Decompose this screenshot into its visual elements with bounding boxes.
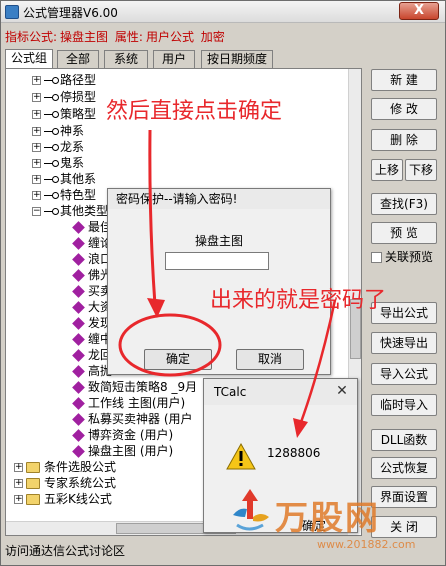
key-icon: [44, 110, 59, 119]
key-icon: [44, 207, 59, 216]
dll-function-button[interactable]: DLL函数: [371, 429, 437, 451]
formula-restore-button[interactable]: 公式恢复: [371, 457, 437, 479]
key-icon: [44, 175, 59, 184]
key-icon: [44, 76, 59, 85]
watermark-logo-text: 万股网: [275, 498, 380, 537]
tree-formula-item[interactable]: 博弈资金 (用户): [72, 427, 173, 443]
password-dialog-formula-name: 操盘主图: [194, 234, 243, 248]
formula-icon: [72, 397, 85, 410]
tree-formula-item[interactable]: 发现: [72, 315, 112, 331]
formula-icon: [72, 253, 85, 266]
tree-formula-item[interactable]: 佛光: [72, 267, 112, 283]
find-button[interactable]: 查找(F3): [371, 193, 437, 215]
tree-folder[interactable]: + 专家系统公式: [14, 475, 116, 491]
tree-group[interactable]: + 龙系: [32, 139, 84, 155]
tree-group[interactable]: + 神系: [32, 123, 84, 139]
tree-formula-item[interactable]: 私募买卖神器 (用户: [72, 411, 193, 427]
password-dialog-title[interactable]: 密码保护--请输入密码!: [108, 189, 330, 209]
delete-button[interactable]: 删 除: [371, 129, 437, 151]
formula-icon: [72, 237, 85, 250]
formula-icon: [72, 269, 85, 282]
formula-label: 指标公式:: [5, 30, 58, 44]
watermark-url: www.201882.com: [317, 538, 416, 551]
attr-value: 用户公式: [145, 30, 194, 44]
formula-icon: [72, 413, 85, 426]
tree-formula-item-selected[interactable]: 操盘主图 (用户): [72, 443, 173, 459]
new-button[interactable]: 新 建: [371, 69, 437, 91]
tree-formula-item[interactable]: 缠论: [72, 235, 112, 251]
move-up-button[interactable]: 上移: [371, 159, 403, 181]
window-title: 公式管理器V6.00: [23, 6, 118, 20]
key-icon: [44, 191, 59, 200]
app-icon: [5, 5, 19, 19]
formula-icon: [72, 221, 85, 234]
tree-group-expanded[interactable]: − 其他类型: [32, 203, 108, 219]
password-value: 1288806: [267, 446, 321, 460]
watermark-logo-icon: [233, 489, 269, 531]
annotation-click-ok: 然后直接点击确定: [106, 99, 283, 124]
modify-button[interactable]: 修 改: [371, 98, 437, 120]
warning-icon: [226, 443, 256, 470]
tree-group[interactable]: + 特色型: [32, 187, 96, 203]
formula-icon: [72, 349, 85, 362]
watermark: 万股网 www.201882.com: [227, 483, 437, 558]
formula-icon: [72, 365, 85, 378]
tree-formula-item[interactable]: 工作线 主图(用户): [72, 395, 185, 411]
tree-formula-item[interactable]: 致简短击策略8 _9月: [72, 379, 197, 395]
tree-formula-item[interactable]: 浪口: [72, 251, 112, 267]
formula-name: 操盘主图: [60, 30, 109, 44]
encrypted-label: 加密: [200, 30, 225, 44]
tab-all[interactable]: 全部: [57, 50, 99, 68]
folder-icon: [26, 462, 40, 473]
key-icon: [44, 127, 59, 136]
temp-import-button[interactable]: 临时导入: [371, 394, 437, 416]
tree-formula-item[interactable]: 买卖: [72, 283, 112, 299]
window-close-button[interactable]: X: [399, 2, 439, 20]
key-icon: [44, 93, 59, 102]
title-bar[interactable]: 公式管理器V6.00 X: [1, 1, 445, 23]
tab-formula-group[interactable]: 公式组: [5, 49, 53, 69]
formula-icon: [72, 445, 85, 458]
tab-system[interactable]: 系统: [104, 50, 148, 68]
tree-group[interactable]: + 鬼系: [32, 155, 84, 171]
formula-icon: [72, 285, 85, 298]
password-input[interactable]: [165, 252, 269, 270]
tree-group[interactable]: + 其他系: [32, 171, 96, 187]
tree-formula-item[interactable]: 大资: [72, 299, 112, 315]
tree-formula-item[interactable]: 缠中: [72, 331, 112, 347]
tree-formula-item[interactable]: 高抛: [72, 363, 112, 379]
close-icon[interactable]: ✕: [331, 382, 353, 400]
formula-icon: [72, 317, 85, 330]
quick-export-button[interactable]: 快速导出: [371, 332, 437, 354]
tree-group[interactable]: + 路径型: [32, 72, 96, 88]
password-cancel-button[interactable]: 取消: [236, 349, 304, 370]
tree-folder[interactable]: + 五彩K线公式: [14, 491, 112, 507]
formula-info-bar: 指标公式: 操盘主图 属性: 用户公式 加密: [5, 28, 228, 44]
password-ok-button[interactable]: 确定: [144, 349, 212, 370]
tab-by-date[interactable]: 按日期频度: [201, 50, 273, 68]
tree-group[interactable]: + 策略型: [32, 106, 96, 122]
formula-icon: [72, 381, 85, 394]
formula-icon: [72, 429, 85, 442]
tree-formula-item[interactable]: 最佳: [72, 219, 112, 235]
key-icon: [44, 159, 59, 168]
preview-button[interactable]: 预 览: [371, 222, 437, 244]
import-formula-button[interactable]: 导入公式: [371, 363, 437, 385]
annotation-password-shown: 出来的就是密码了: [210, 288, 387, 313]
folder-icon: [26, 478, 40, 489]
tree-group[interactable]: + 停损型: [32, 89, 96, 105]
formula-icon: [72, 333, 85, 346]
attr-label: 属性:: [114, 30, 143, 44]
move-down-button[interactable]: 下移: [405, 159, 437, 181]
folder-icon: [26, 494, 40, 505]
key-icon: [44, 143, 59, 152]
formula-icon: [72, 301, 85, 314]
tree-formula-item[interactable]: 龙回: [72, 347, 112, 363]
tree-folder[interactable]: + 条件选股公式: [14, 459, 116, 475]
related-preview-checkbox[interactable]: 关联预览: [371, 248, 433, 265]
tab-user[interactable]: 用户: [153, 50, 195, 68]
forum-link[interactable]: 访问通达信公式讨论区: [5, 542, 125, 559]
